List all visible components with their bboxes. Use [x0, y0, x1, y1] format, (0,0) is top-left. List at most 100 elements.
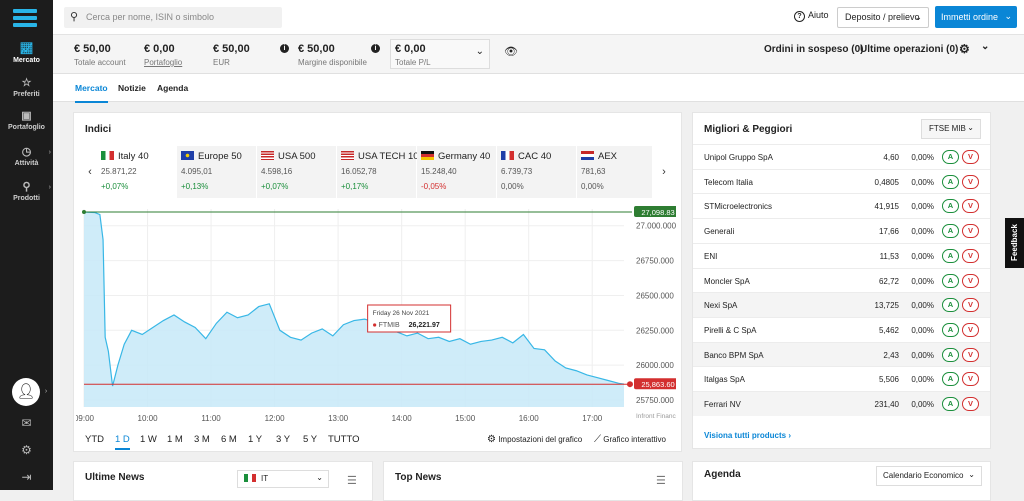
avatar[interactable]: 👤︎ [12, 378, 40, 406]
sell-button[interactable]: V [962, 150, 979, 164]
index-tile[interactable]: Europe 50 4.095,01 +0,13% [177, 146, 257, 198]
sell-button[interactable]: V [962, 273, 979, 288]
pl-dropdown[interactable]: € 0,00 Totale P/L ⌄ [390, 39, 490, 69]
sell-button[interactable]: V [962, 248, 979, 263]
deposit-button[interactable]: Deposito / prelievo ⌄ [837, 7, 929, 28]
nav-attivita[interactable]: ◷ Attività › [0, 146, 53, 167]
tab-notizie[interactable]: Notizie [118, 83, 146, 93]
pending-orders[interactable]: Ordini in sospeso (0) [764, 44, 863, 55]
index-name: USA TECH 100 [341, 151, 424, 162]
range-3y[interactable]: 3 Y [276, 434, 290, 445]
mover-row[interactable]: STMicroelectronics 41,915 0,00% A V [693, 193, 990, 218]
index-tile[interactable]: USA TECH 100 16.052,78 +0,17% [337, 146, 424, 198]
range-tutto[interactable]: TUTTO [328, 434, 360, 445]
search-input[interactable]: ⚲ Cerca per nome, ISIN o simbolo [64, 7, 282, 28]
range-1m[interactable]: 1 M [167, 434, 183, 445]
range-ytd[interactable]: YTD [85, 434, 104, 445]
buy-button[interactable]: A [942, 273, 959, 288]
x-tick-label: 15:00 [455, 414, 476, 423]
mover-row[interactable]: Banco BPM SpA 2,43 0,00% A V [693, 341, 990, 367]
logout-icon[interactable]: ⇥ [0, 470, 53, 484]
mover-row[interactable]: Telecom Italia 0,4805 0,00% A V [693, 168, 990, 194]
sell-button[interactable]: V [962, 199, 979, 214]
order-button[interactable]: Immetti ordine ⌄ [935, 6, 1017, 28]
buy-button[interactable]: A [942, 224, 959, 239]
mover-row[interactable]: Italgas SpA 5,506 0,00% A V [693, 366, 990, 391]
nav-prodotti[interactable]: ⚲ Prodotti › [0, 181, 53, 202]
index-tile[interactable]: USA 500 4.598,16 +0,07% [257, 146, 337, 198]
range-1d[interactable]: 1 D [115, 434, 130, 450]
buy-button[interactable]: A [942, 397, 959, 411]
range-6m[interactable]: 6 M [221, 434, 237, 445]
info-icon[interactable]: i [371, 44, 380, 53]
account-portfolio[interactable]: € 0,00 Portafoglio [144, 43, 182, 67]
sell-button[interactable]: V [962, 397, 979, 411]
last-operations[interactable]: Ultime operazioni (0) [860, 44, 958, 55]
nav-preferiti[interactable]: ☆ Preferiti [0, 77, 53, 98]
sell-button[interactable]: V [962, 224, 979, 239]
sell-button[interactable]: V [962, 322, 979, 337]
chart-settings-button[interactable]: ⚙ Impostazioni del grafico [487, 434, 582, 445]
mail-icon[interactable]: ✉ [0, 416, 53, 430]
range-1y[interactable]: 1 Y [248, 434, 262, 445]
buy-button[interactable]: A [942, 347, 959, 362]
nav-mercato[interactable]: 📈︎ Mercato [0, 43, 53, 64]
range-3m[interactable]: 3 M [194, 434, 210, 445]
flag-eu-icon [181, 151, 194, 160]
index-price: 4.598,16 [261, 167, 293, 176]
view-all-products-link[interactable]: Visiona tutti products › [704, 431, 791, 440]
help-link[interactable]: ? Aiuto [794, 10, 829, 22]
chevron-left-icon[interactable]: ‹ [83, 146, 97, 198]
nav-portafoglio[interactable]: ▣ Portafoglio [0, 110, 53, 131]
buy-button[interactable]: A [942, 298, 959, 313]
chevron-right-icon[interactable]: › [657, 146, 671, 198]
index-tile[interactable]: AEX 781,63 0,00% [577, 146, 653, 198]
gear-icon[interactable]: ⚙ [959, 42, 970, 56]
index-tile[interactable]: Germany 40 15.248,40 -0,05% [417, 146, 497, 198]
mover-row[interactable]: Ferrari NV 231,40 0,00% A V [693, 391, 990, 416]
index-chart[interactable]: 27.000.000 26750.000 26500.000 26250.000 260… [76, 205, 676, 430]
buy-button[interactable]: A [942, 248, 959, 263]
info-icon[interactable]: i [280, 44, 289, 53]
wallet-icon: ▣ [21, 110, 32, 122]
buy-button[interactable]: A [942, 372, 959, 387]
language-dropdown[interactable]: IT ⌄ [237, 470, 329, 488]
eye-icon[interactable]: 👁︎ [504, 45, 518, 58]
gear-icon[interactable]: ⚙ [0, 443, 53, 457]
buy-button[interactable]: A [942, 322, 959, 337]
tab-mercato[interactable]: Mercato [75, 83, 108, 103]
mover-row[interactable]: Moncler SpA 62,72 0,00% A V [693, 267, 990, 293]
sell-button[interactable]: V [962, 298, 979, 313]
tooltip-date: Friday 26 Nov 2021 [373, 310, 430, 317]
feedback-tab[interactable]: Feedback [1005, 218, 1024, 268]
buy-button[interactable]: A [942, 150, 959, 164]
filter-icon[interactable]: ☰ [656, 474, 666, 487]
index-tile[interactable]: CAC 40 6.739,73 0,00% [497, 146, 577, 198]
sell-button[interactable]: V [962, 174, 979, 189]
y-tick-label: 26500.000 [636, 291, 674, 300]
interactive-chart-button[interactable]: ⟋ Grafico interattivo [594, 434, 666, 445]
logo-icon[interactable] [13, 9, 37, 28]
index-name: Italy 40 [101, 151, 149, 162]
tab-agenda[interactable]: Agenda [157, 83, 188, 93]
gear-icon: ⚙ [487, 434, 496, 445]
chevron-down-icon: ⌄ [1004, 11, 1012, 21]
mover-row[interactable]: Generali 17,66 0,00% A V [693, 218, 990, 243]
chevron-down-icon[interactable]: ⌄ [981, 41, 989, 52]
buy-button[interactable]: A [942, 199, 959, 214]
sell-button[interactable]: V [962, 372, 979, 387]
mover-row[interactable]: Nexi SpA 13,725 0,00% A V [693, 292, 990, 318]
left-nav: 📈︎ Mercato ☆ Preferiti ▣ Portafoglio ◷ A… [0, 0, 53, 490]
buy-button[interactable]: A [942, 174, 959, 189]
range-5y[interactable]: 5 Y [303, 434, 317, 445]
stock-price: 2,43 [883, 350, 899, 360]
filter-icon[interactable]: ☰ [347, 474, 357, 487]
sell-button[interactable]: V [962, 347, 979, 362]
mover-row[interactable]: ENI 11,53 0,00% A V [693, 242, 990, 268]
mover-row[interactable]: Unipol Gruppo SpA 4,60 0,00% A V [693, 144, 990, 169]
mover-row[interactable]: Pirelli & C SpA 5,462 0,00% A V [693, 316, 990, 342]
index-dropdown[interactable]: FTSE MIB ⌄ [921, 119, 981, 139]
calendar-dropdown[interactable]: Calendario Economico ⌄ [876, 466, 982, 486]
range-1w[interactable]: 1 W [140, 434, 157, 445]
index-tile[interactable]: Italy 40 25.871,22 +0,07% [97, 146, 177, 198]
